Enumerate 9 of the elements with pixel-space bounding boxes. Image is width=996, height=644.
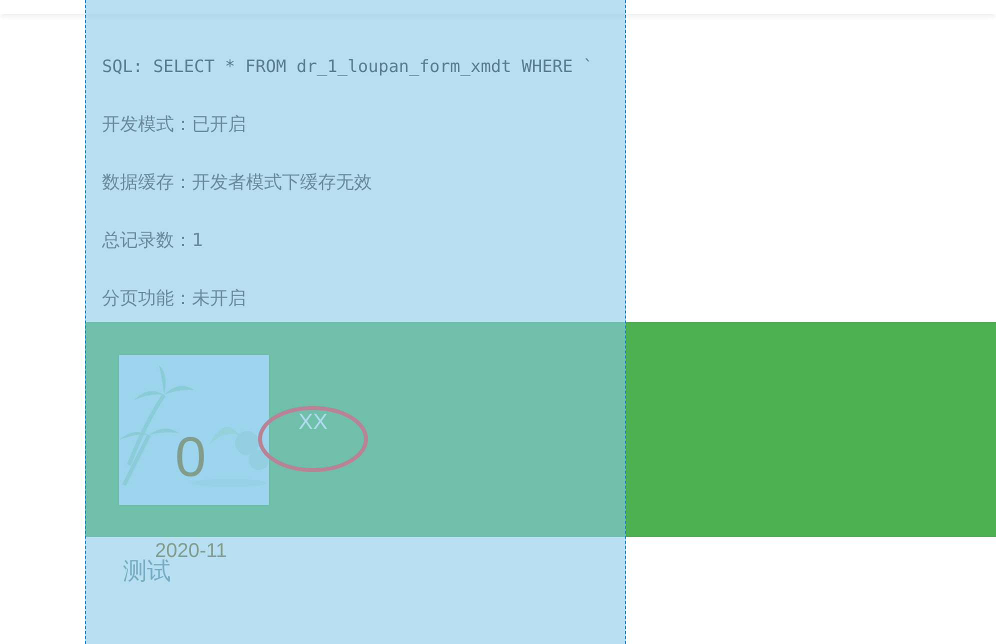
sql-text: SQL: SELECT * FROM dr_1_loupan_form_xmdt WHERE ` [102,56,594,79]
card-date: 2020-11 [155,541,227,561]
debug-info-text: 分页功能：未开启 [102,287,246,311]
card-title: 测试 [123,559,171,583]
debug-info-text: 总记录数：1 [102,229,204,253]
label-text: XX [298,411,328,433]
image-number: 0 [175,429,206,485]
debug-info-text: 开发模式：已开启 [102,113,246,137]
debug-info-text: 数据缓存：开发者模式下缓存无效 [102,171,372,195]
